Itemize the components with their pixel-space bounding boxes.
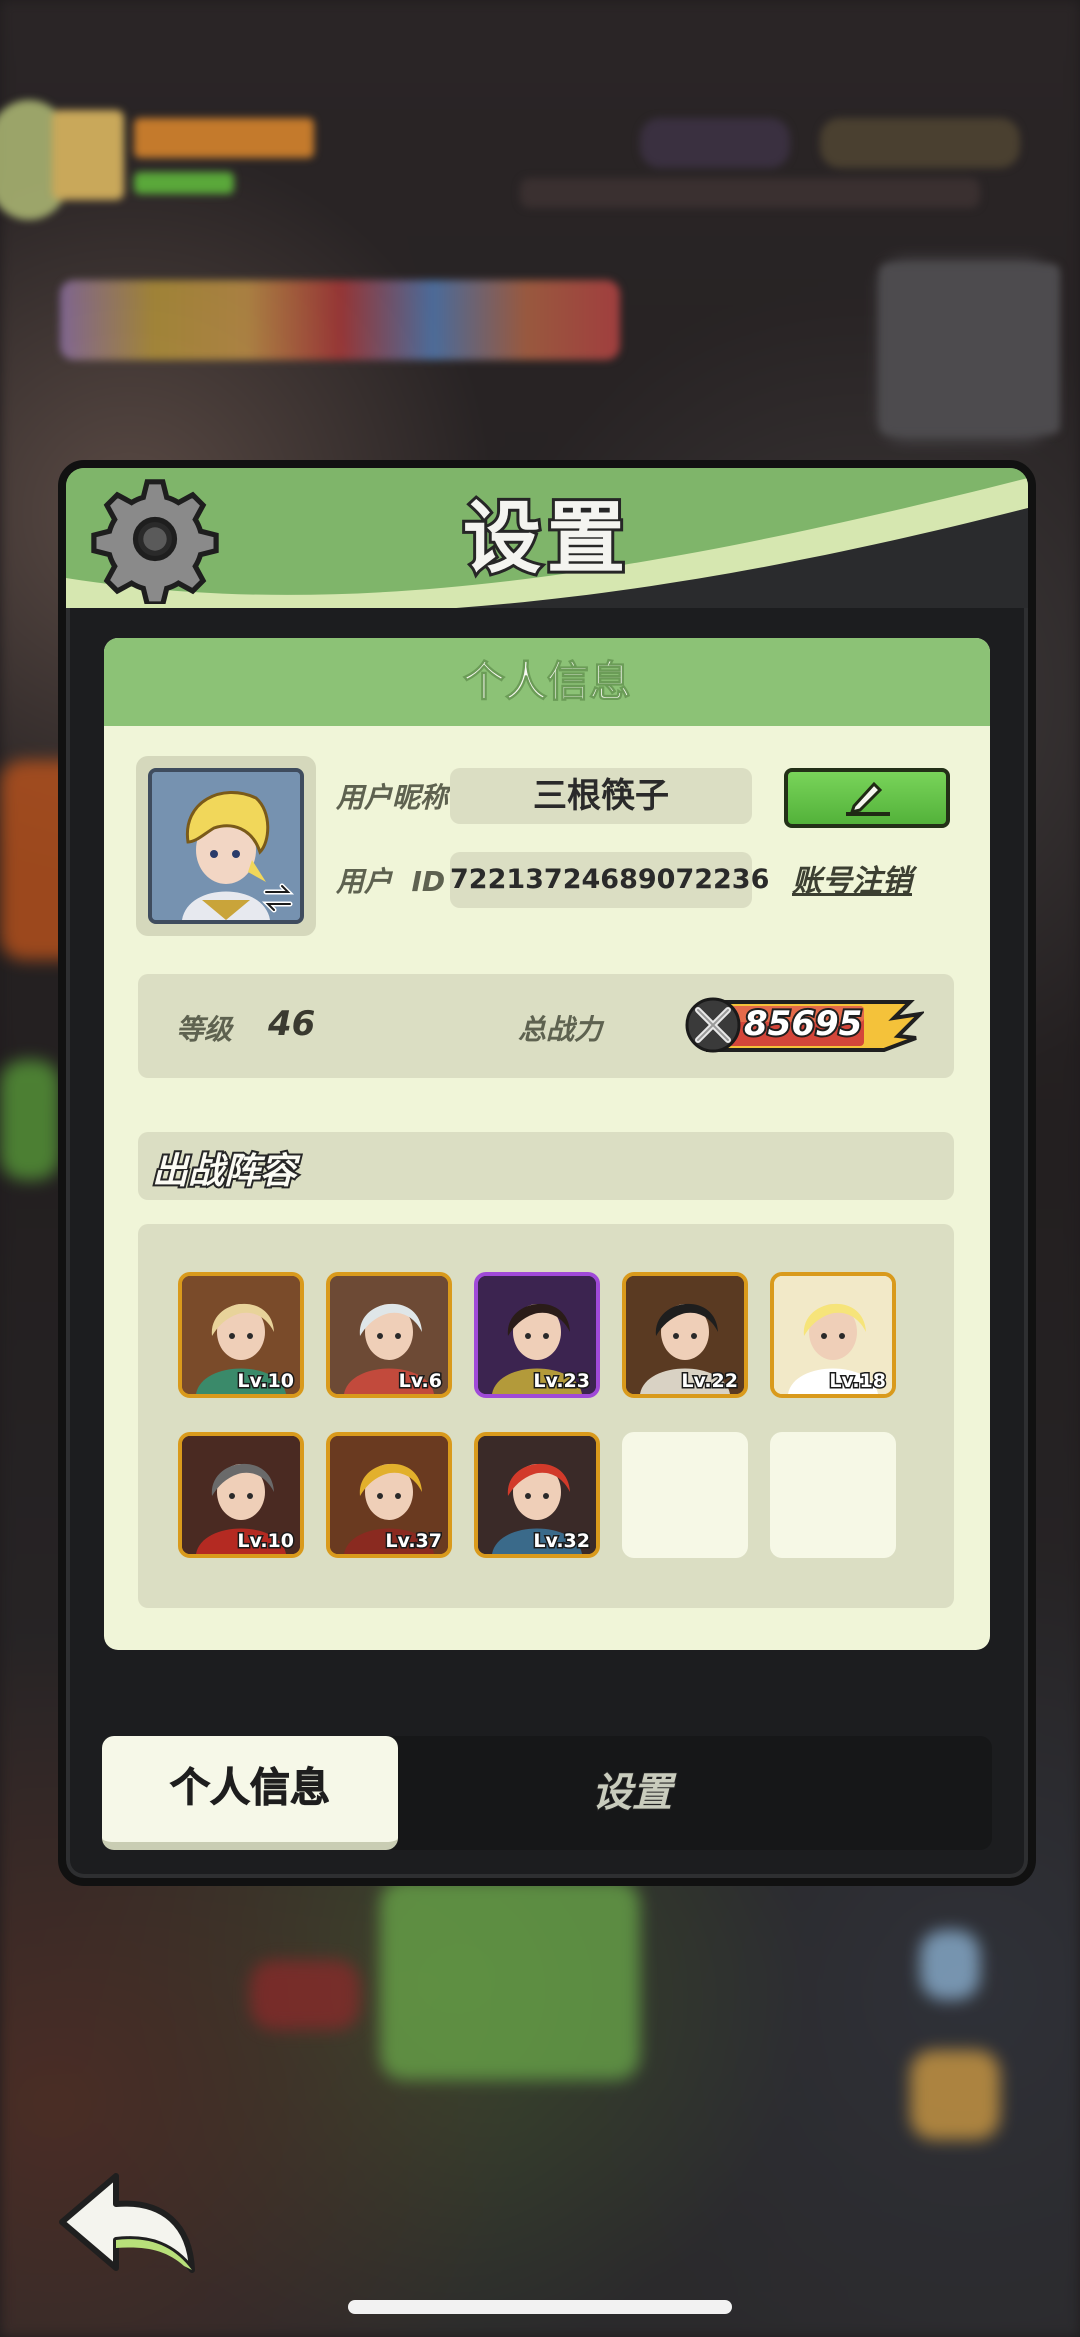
hero-level: Lv.37	[384, 1529, 444, 1554]
user-id-field: 72213724689072236	[450, 852, 769, 908]
hero-level: Lv.23	[532, 1369, 592, 1394]
background-blob	[250, 1960, 360, 2030]
lineup-grid: Lv.10 Lv.6 Lv.23 Lv.22 Lv.18 Lv.10 Lv.37 Lv.32	[138, 1224, 954, 1608]
hud-name-bar	[134, 118, 314, 158]
hud-gold-counter	[820, 118, 1020, 168]
empty-hero-slot[interactable]	[622, 1432, 748, 1558]
top-hud	[0, 0, 1080, 434]
lineup-title: 出战阵容	[150, 1149, 298, 1194]
tab-profile[interactable]: 个人信息	[102, 1736, 398, 1850]
hud-event-strip	[520, 178, 980, 208]
avatar[interactable]	[148, 768, 304, 924]
card-header: 个人信息	[104, 638, 990, 726]
power-value: 85695	[742, 1002, 864, 1046]
hero-card[interactable]: Lv.22	[622, 1272, 748, 1398]
hero-level: Lv.10	[236, 1529, 296, 1554]
bottom-tab-bar: 个人信息 设置	[102, 1736, 992, 1850]
stats-bar: 等级 46 总战力 85695	[138, 974, 954, 1078]
lineup-section-header: 出战阵容	[138, 1132, 954, 1200]
power-label: 总战力	[518, 1013, 603, 1046]
hud-gem-counter	[640, 118, 790, 168]
hero-level: Lv.32	[532, 1529, 592, 1554]
swap-arrow-icon[interactable]	[258, 878, 298, 918]
hud-minimap[interactable]	[880, 264, 1060, 434]
hero-card[interactable]: Lv.6	[326, 1272, 452, 1398]
edit-nickname-button[interactable]	[784, 768, 950, 828]
power-badge: 85695	[684, 996, 926, 1054]
hero-card[interactable]: Lv.10	[178, 1432, 304, 1558]
empty-hero-slot[interactable]	[770, 1432, 896, 1558]
settings-panel: 设置 个人信息 用户昵称 三根筷子 用户 ID 7221372468907223…	[58, 460, 1036, 1886]
back-arrow-icon[interactable]	[54, 2166, 204, 2276]
deactivate-account-link[interactable]: 账号注销	[792, 856, 912, 900]
nickname-label: 用户昵称	[336, 781, 449, 814]
hud-event-icons	[60, 280, 620, 360]
hero-level: Lv.6	[397, 1369, 443, 1394]
profile-card: 个人信息 用户昵称 三根筷子 用户 ID 72213724689072236 账…	[104, 638, 990, 1650]
panel-title: 设置	[460, 491, 631, 587]
background-blob	[920, 1930, 980, 2000]
nickname-field: 三根筷子	[450, 768, 752, 824]
hero-card[interactable]: Lv.32	[474, 1432, 600, 1558]
panel-header: 设置	[66, 468, 1028, 608]
hero-card[interactable]: Lv.18	[770, 1272, 896, 1398]
background-blob	[910, 2050, 1000, 2140]
background-blob	[380, 1880, 640, 2080]
hud-player-avatar	[52, 110, 124, 200]
hero-card[interactable]: Lv.10	[178, 1272, 304, 1398]
hero-card[interactable]: Lv.37	[326, 1432, 452, 1558]
crossed-swords-icon	[685, 997, 741, 1053]
hud-exp-bar	[134, 172, 234, 194]
hero-level: Lv.10	[236, 1369, 296, 1394]
home-indicator[interactable]	[348, 2300, 732, 2314]
tab-settings[interactable]: 设置	[482, 1736, 782, 1850]
level-label: 等级	[176, 1013, 233, 1046]
hero-level: Lv.18	[828, 1369, 888, 1394]
hero-card[interactable]: Lv.23	[474, 1272, 600, 1398]
avatar-frame[interactable]	[136, 756, 316, 936]
background-blob	[0, 1060, 60, 1180]
hero-level: Lv.22	[680, 1369, 740, 1394]
pencil-icon	[846, 781, 890, 816]
user-id-label: 用户 ID	[336, 865, 446, 898]
level-value: 46	[268, 1004, 316, 1044]
